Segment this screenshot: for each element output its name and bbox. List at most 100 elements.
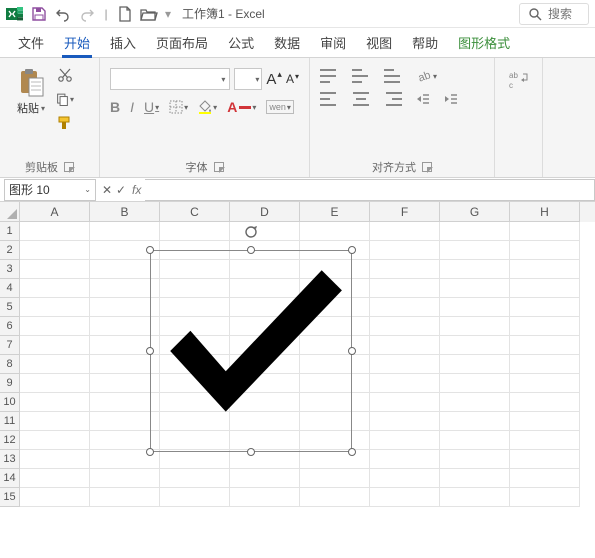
cell[interactable] bbox=[510, 260, 580, 279]
phonetic-button[interactable]: wen▾ bbox=[266, 100, 294, 114]
font-name-combo[interactable]: ▾ bbox=[110, 68, 230, 90]
cell[interactable] bbox=[440, 412, 510, 431]
cell[interactable] bbox=[510, 374, 580, 393]
cell[interactable] bbox=[370, 317, 440, 336]
cell[interactable] bbox=[370, 431, 440, 450]
font-size-combo[interactable]: ▾ bbox=[234, 68, 262, 90]
increase-font-icon[interactable]: A▴ bbox=[266, 71, 282, 88]
tab-view[interactable]: 视图 bbox=[356, 27, 402, 57]
cell[interactable] bbox=[370, 393, 440, 412]
italic-button[interactable]: I bbox=[130, 99, 134, 115]
cell[interactable] bbox=[160, 469, 230, 488]
cell[interactable] bbox=[20, 431, 90, 450]
increase-indent-icon[interactable] bbox=[444, 92, 458, 106]
alignment-launcher-icon[interactable] bbox=[422, 162, 432, 172]
cell[interactable] bbox=[510, 222, 580, 241]
row-header[interactable]: 14 bbox=[0, 469, 20, 488]
row-header[interactable]: 12 bbox=[0, 431, 20, 450]
cell[interactable] bbox=[370, 450, 440, 469]
column-header[interactable]: D bbox=[230, 202, 300, 222]
align-top-icon[interactable] bbox=[320, 69, 338, 83]
format-painter-icon[interactable] bbox=[56, 114, 74, 132]
cell[interactable] bbox=[370, 222, 440, 241]
cell[interactable] bbox=[20, 374, 90, 393]
cut-icon[interactable] bbox=[56, 66, 74, 84]
column-header[interactable]: B bbox=[90, 202, 160, 222]
cell[interactable] bbox=[20, 488, 90, 507]
cell[interactable] bbox=[300, 469, 370, 488]
decrease-font-icon[interactable]: A▾ bbox=[286, 72, 299, 86]
column-header[interactable]: G bbox=[440, 202, 510, 222]
column-header[interactable]: C bbox=[160, 202, 230, 222]
align-middle-icon[interactable] bbox=[352, 69, 370, 83]
cell[interactable] bbox=[440, 336, 510, 355]
cell[interactable] bbox=[20, 317, 90, 336]
resize-handle-ne[interactable] bbox=[348, 246, 356, 254]
resize-handle-w[interactable] bbox=[146, 347, 154, 355]
column-header[interactable]: F bbox=[370, 202, 440, 222]
checkmark-shape[interactable] bbox=[150, 250, 352, 452]
cell[interactable] bbox=[510, 317, 580, 336]
cell[interactable] bbox=[20, 222, 90, 241]
cell[interactable] bbox=[440, 222, 510, 241]
cell[interactable] bbox=[300, 450, 370, 469]
cell[interactable] bbox=[160, 222, 230, 241]
cell[interactable] bbox=[230, 469, 300, 488]
cell[interactable] bbox=[510, 393, 580, 412]
row-header[interactable]: 5 bbox=[0, 298, 20, 317]
cell[interactable] bbox=[440, 374, 510, 393]
row-header[interactable]: 9 bbox=[0, 374, 20, 393]
tab-home[interactable]: 开始 bbox=[54, 27, 100, 57]
row-header[interactable]: 10 bbox=[0, 393, 20, 412]
row-header[interactable]: 1 bbox=[0, 222, 20, 241]
tab-formulas[interactable]: 公式 bbox=[218, 27, 264, 57]
align-right-icon[interactable] bbox=[384, 92, 402, 106]
cell[interactable] bbox=[90, 469, 160, 488]
formula-input[interactable] bbox=[145, 179, 595, 201]
row-header[interactable]: 15 bbox=[0, 488, 20, 507]
row-header[interactable]: 6 bbox=[0, 317, 20, 336]
cell[interactable] bbox=[370, 374, 440, 393]
cell[interactable] bbox=[20, 260, 90, 279]
search-box[interactable] bbox=[519, 3, 589, 25]
cell[interactable] bbox=[20, 412, 90, 431]
chevron-down-icon[interactable]: ⌄ bbox=[84, 185, 91, 194]
row-header[interactable]: 7 bbox=[0, 336, 20, 355]
cell[interactable] bbox=[510, 298, 580, 317]
search-input[interactable] bbox=[548, 7, 588, 21]
font-launcher-icon[interactable] bbox=[214, 162, 224, 172]
column-header[interactable]: A bbox=[20, 202, 90, 222]
cell[interactable] bbox=[510, 450, 580, 469]
cell[interactable] bbox=[160, 450, 230, 469]
row-header[interactable]: 3 bbox=[0, 260, 20, 279]
tab-review[interactable]: 审阅 bbox=[310, 27, 356, 57]
resize-handle-nw[interactable] bbox=[146, 246, 154, 254]
redo-icon[interactable] bbox=[78, 5, 96, 23]
cancel-formula-icon[interactable]: ✕ bbox=[100, 183, 114, 197]
cell[interactable] bbox=[440, 431, 510, 450]
cell[interactable] bbox=[20, 336, 90, 355]
qat-more-icon[interactable]: ▾ bbox=[164, 7, 172, 21]
tab-insert[interactable]: 插入 bbox=[100, 27, 146, 57]
name-box[interactable]: 图形 10 ⌄ bbox=[4, 179, 96, 201]
cell[interactable] bbox=[370, 355, 440, 374]
cell[interactable] bbox=[300, 488, 370, 507]
cell[interactable] bbox=[370, 469, 440, 488]
cell[interactable] bbox=[440, 298, 510, 317]
align-center-icon[interactable] bbox=[352, 92, 370, 106]
cell[interactable] bbox=[160, 488, 230, 507]
column-headers[interactable]: ABCDEFGH bbox=[20, 202, 595, 222]
row-header[interactable]: 4 bbox=[0, 279, 20, 298]
cell[interactable] bbox=[300, 222, 370, 241]
cell[interactable] bbox=[440, 488, 510, 507]
rotate-handle-icon[interactable] bbox=[243, 224, 259, 240]
align-left-icon[interactable] bbox=[320, 92, 338, 106]
cell[interactable] bbox=[440, 260, 510, 279]
cell[interactable] bbox=[440, 469, 510, 488]
fx-label[interactable]: fx bbox=[132, 183, 141, 197]
cell[interactable] bbox=[440, 355, 510, 374]
cell[interactable] bbox=[90, 488, 160, 507]
cell[interactable] bbox=[510, 336, 580, 355]
underline-button[interactable]: U▾ bbox=[144, 99, 159, 115]
column-header[interactable]: H bbox=[510, 202, 580, 222]
